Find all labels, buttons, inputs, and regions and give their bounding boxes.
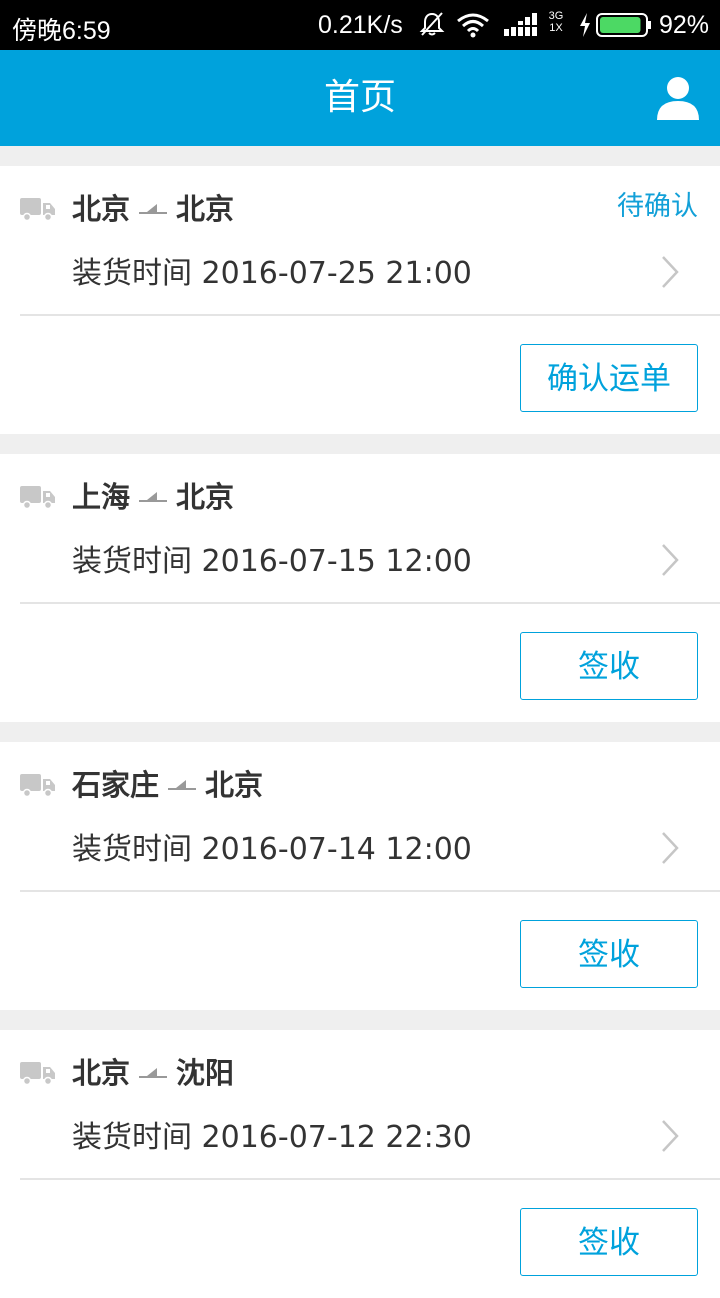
divider <box>20 314 720 316</box>
bell-muted-icon <box>419 12 445 36</box>
chevron-right-icon[interactable] <box>660 254 680 290</box>
order-card[interactable]: 北京 沈阳 装货时间 2016-07-12 22:30 签收 <box>0 1030 720 1298</box>
truck-icon <box>20 198 55 222</box>
load-time: 装货时间 2016-07-15 12:00 <box>72 542 472 582</box>
destination-city: 北京 <box>176 480 235 514</box>
load-time: 装货时间 2016-07-14 12:00 <box>72 830 472 870</box>
load-time-value: 2016-07-12 22:30 <box>201 1120 472 1155</box>
truck-icon <box>20 486 55 510</box>
page-title: 首页 <box>323 77 396 118</box>
battery-icon <box>596 13 651 37</box>
route: 上海 北京 <box>72 478 234 516</box>
origin-city: 北京 <box>72 1056 131 1090</box>
divider <box>20 1178 720 1180</box>
load-time-label: 装货时间 <box>72 256 192 291</box>
origin-city: 上海 <box>72 480 131 514</box>
route: 石家庄 北京 <box>72 766 263 804</box>
chevron-right-icon[interactable] <box>660 830 680 866</box>
order-action-button[interactable]: 签收 <box>520 632 698 700</box>
status-bar: 傍晚6:59 0.21K/s 3G 1X 92% <box>0 0 720 50</box>
destination-city: 北京 <box>205 768 264 802</box>
order-action-button[interactable]: 签收 <box>520 1208 698 1276</box>
destination-city: 沈阳 <box>176 1056 235 1090</box>
load-time-label: 装货时间 <box>72 544 192 579</box>
wifi-icon <box>457 13 489 38</box>
chevron-right-icon[interactable] <box>660 1118 680 1154</box>
order-action-button[interactable]: 签收 <box>520 920 698 988</box>
load-time-label: 装货时间 <box>72 832 192 867</box>
user-icon[interactable] <box>654 74 702 122</box>
divider <box>20 890 720 892</box>
order-card[interactable]: 北京 北京 待确认 装货时间 2016-07-25 21:00 确认运单 <box>0 166 720 434</box>
destination-city: 北京 <box>176 192 235 226</box>
route-arrow-icon <box>139 204 168 214</box>
route-arrow-icon <box>139 1068 168 1078</box>
route-arrow-icon <box>168 780 197 790</box>
signal-icon <box>502 13 540 36</box>
network-type-top: 3G <box>548 10 564 22</box>
divider <box>20 602 720 604</box>
battery-percentage: 92% <box>659 11 710 39</box>
load-time: 装货时间 2016-07-12 22:30 <box>72 1118 472 1158</box>
order-card[interactable]: 上海 北京 装货时间 2016-07-15 12:00 签收 <box>0 454 720 722</box>
order-status: 待确认 <box>617 191 698 222</box>
app-header: 首页 <box>0 50 720 146</box>
order-action-button[interactable]: 确认运单 <box>520 344 698 412</box>
origin-city: 北京 <box>72 192 131 226</box>
truck-icon <box>20 1062 55 1086</box>
load-time-value: 2016-07-14 12:00 <box>201 832 472 867</box>
order-card[interactable]: 石家庄 北京 装货时间 2016-07-14 12:00 签收 <box>0 742 720 1010</box>
load-time-label: 装货时间 <box>72 1120 192 1155</box>
network-type-bottom: 1X <box>549 22 563 34</box>
load-time: 装货时间 2016-07-25 21:00 <box>72 254 472 294</box>
load-time-value: 2016-07-25 21:00 <box>201 256 472 291</box>
charging-icon <box>580 13 590 37</box>
route-arrow-icon <box>139 492 168 502</box>
status-network-speed: 0.21K/s <box>318 11 403 39</box>
network-type: 3G 1X <box>545 10 567 34</box>
load-time-value: 2016-07-15 12:00 <box>201 544 472 579</box>
chevron-right-icon[interactable] <box>660 542 680 578</box>
status-time: 傍晚6:59 <box>12 17 111 45</box>
origin-city: 石家庄 <box>72 768 160 802</box>
route: 北京 沈阳 <box>72 1054 234 1092</box>
truck-icon <box>20 774 55 798</box>
route: 北京 北京 <box>72 190 234 228</box>
